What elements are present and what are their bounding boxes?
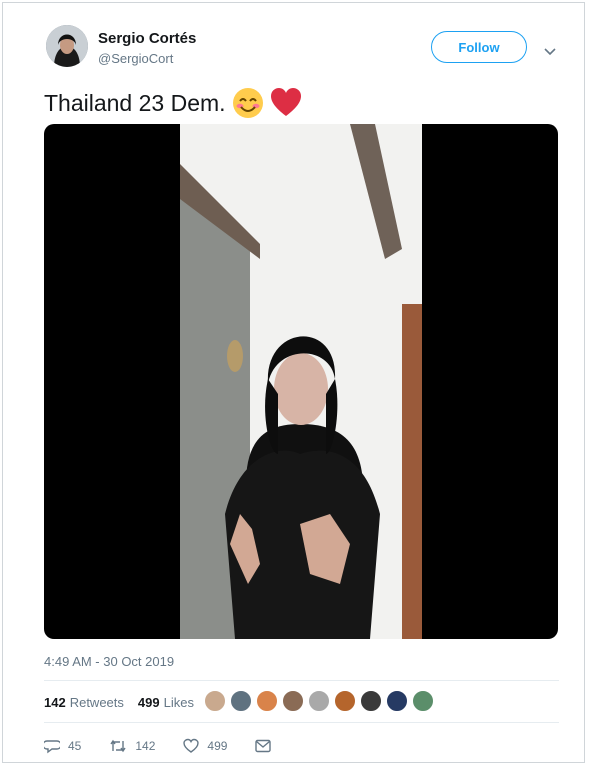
- retweets-count[interactable]: 142: [44, 695, 66, 710]
- liker-avatar[interactable]: [412, 690, 434, 712]
- video-player[interactable]: [44, 124, 558, 639]
- reply-button[interactable]: 45: [44, 738, 81, 754]
- heart-icon: [183, 738, 200, 753]
- follow-button[interactable]: Follow: [431, 31, 527, 63]
- chevron-down-icon[interactable]: [544, 43, 556, 61]
- liker-avatar[interactable]: [386, 690, 408, 712]
- direct-message-button[interactable]: [255, 739, 272, 753]
- liker-avatar[interactable]: [204, 690, 226, 712]
- tweet-text-row: Thailand 23 Dem.: [44, 87, 302, 119]
- liker-avatar[interactable]: [230, 690, 252, 712]
- likes-count[interactable]: 499: [138, 695, 160, 710]
- divider: [44, 680, 559, 681]
- reply-icon: [44, 740, 60, 754]
- likers-avatars: [204, 690, 434, 712]
- liker-avatar[interactable]: [282, 690, 304, 712]
- liker-avatar[interactable]: [308, 690, 330, 712]
- red-heart-icon: [270, 87, 302, 119]
- user-handle[interactable]: @SergioCort: [98, 51, 173, 66]
- retweet-button[interactable]: 142: [109, 738, 155, 754]
- tweet-actions: 45 142 499: [44, 736, 299, 756]
- smiling-face-icon: [232, 87, 264, 119]
- liker-avatar[interactable]: [334, 690, 356, 712]
- retweets-label[interactable]: Retweets: [70, 695, 124, 710]
- like-count: 499: [207, 739, 228, 753]
- envelope-icon: [255, 739, 272, 753]
- reply-count: 45: [68, 739, 82, 753]
- liker-avatar[interactable]: [256, 690, 278, 712]
- tweet-timestamp[interactable]: 4:49 AM - 30 Oct 2019: [44, 654, 174, 669]
- retweet-icon: [110, 739, 126, 753]
- retweet-count: 142: [135, 739, 156, 753]
- likes-label[interactable]: Likes: [164, 695, 194, 710]
- tweet-text: Thailand 23 Dem.: [44, 89, 226, 116]
- avatar[interactable]: [46, 25, 88, 67]
- video-frame[interactable]: [180, 124, 422, 639]
- tweet-stats: 142 Retweets 499 Likes: [44, 691, 208, 713]
- liker-avatar[interactable]: [360, 690, 382, 712]
- display-name[interactable]: Sergio Cortés: [98, 30, 196, 47]
- like-button[interactable]: 499: [183, 738, 227, 754]
- divider: [44, 722, 559, 723]
- tweet-card: Sergio Cortés @SergioCort Follow Thailan…: [2, 2, 585, 763]
